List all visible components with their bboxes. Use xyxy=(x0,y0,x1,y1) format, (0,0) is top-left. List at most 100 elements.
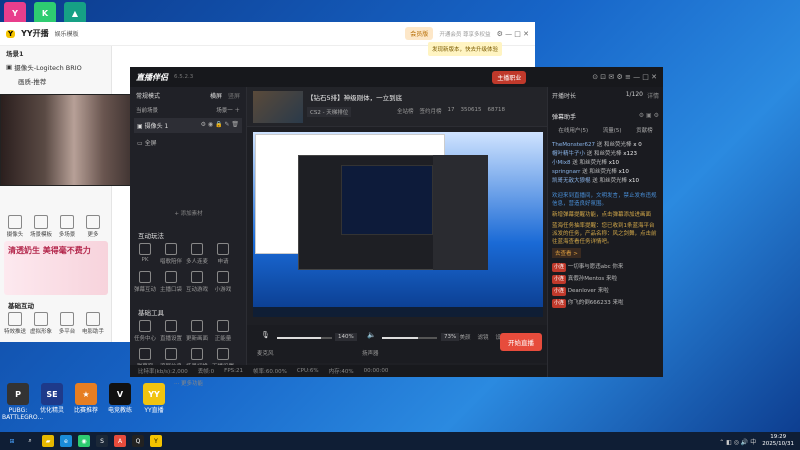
camera-source[interactable]: ▣ 摄像头-Logitech BRIO xyxy=(0,60,111,74)
window-controls-icon[interactable]: ⊙ ⊡ ✉ ⚙ ≡ — □ ✕ xyxy=(592,73,657,81)
assistant-actions-icon[interactable]: ⚙ ▣ ⚙ xyxy=(639,112,659,121)
desktop-icon[interactable]: V 电竞教练 xyxy=(104,383,136,421)
start-live-button[interactable]: 开始直播 xyxy=(500,333,542,351)
desktop-icon[interactable]: SE 优化精灵 xyxy=(36,383,68,421)
windows-start-icon[interactable]: ⊞ xyxy=(6,435,18,447)
promo-text[interactable]: 开通会员 尊享多权益 xyxy=(439,30,490,38)
function-item[interactable]: 互动游戏 xyxy=(186,271,208,293)
yy-taskbar-icon[interactable]: Y xyxy=(150,435,162,447)
mic-value[interactable]: 140% xyxy=(335,333,357,341)
gift-user[interactable]: TheMonster627 xyxy=(552,142,595,148)
explorer-icon[interactable]: ▰ xyxy=(42,435,54,447)
function-item[interactable]: 小游戏 xyxy=(212,271,234,293)
tool-item[interactable]: 虚拟形象 xyxy=(30,312,52,335)
detail-button[interactable]: 详情 xyxy=(647,91,659,100)
vip-badge[interactable]: 会员版 xyxy=(405,27,434,40)
source-item-fullscreen[interactable]: ▭ 全屏 xyxy=(134,135,242,150)
control-button[interactable]: 滤镜 xyxy=(477,333,489,341)
desktop-icon[interactable]: P PUBG: BATTLEGRO... xyxy=(2,383,43,421)
control-button[interactable]: 美颜 xyxy=(459,333,471,341)
gift-user[interactable]: springnarr xyxy=(552,169,580,175)
function-item[interactable]: 更新画面 xyxy=(186,320,208,342)
tool-item[interactable]: 摄像头 xyxy=(4,215,26,238)
counter[interactable]: 350615 xyxy=(461,107,482,115)
gift-user[interactable]: 帽叶精牛子小 xyxy=(552,151,585,157)
tool-item[interactable]: 更多 xyxy=(82,215,104,238)
live-logo: 直播伴侣 xyxy=(136,72,168,82)
function-label: 小游戏 xyxy=(214,287,232,293)
gift-user[interactable]: 小Mix8 xyxy=(552,160,571,166)
speaker-value[interactable]: 73% xyxy=(441,333,460,341)
chat-message[interactable]: 小连 真假孙Mentos 来啦 xyxy=(548,275,663,284)
app-icon[interactable]: A xyxy=(114,435,126,447)
desktop-icon[interactable]: YY YY直播 xyxy=(138,383,170,421)
landscape-button[interactable]: 横屏 xyxy=(210,91,222,100)
function-item[interactable]: 正能量 xyxy=(212,320,234,342)
right-tab[interactable]: 贡献榜 xyxy=(636,126,653,134)
desktop-icon[interactable]: ★ 比赛推荐 xyxy=(70,383,102,421)
portrait-button[interactable]: 竖屏 xyxy=(228,91,240,100)
promo-banner-text: 清透奶生 美得毫不费力 xyxy=(8,246,91,255)
tool-item[interactable]: 特效推送 xyxy=(4,312,26,335)
function-item[interactable]: 申请 xyxy=(212,243,234,265)
gift-row: 凯哥无敌大狼棍 送 和丝荧光棒 x10 xyxy=(548,177,663,186)
source-actions-icon[interactable]: ⚙ ◉ 🔒 ✎ 🗑 xyxy=(201,121,239,128)
speaker-icon[interactable]: 🔈 xyxy=(367,331,376,339)
quality-item[interactable]: 画质-推荐 xyxy=(0,74,111,88)
function-item[interactable]: 多人连麦 xyxy=(186,243,208,265)
function-item[interactable]: 直播设置 xyxy=(160,320,182,342)
right-tab[interactable]: 流量(5) xyxy=(603,126,622,134)
tool-item[interactable]: 场景模板 xyxy=(30,215,52,238)
function-item[interactable]: PK xyxy=(134,243,156,265)
function-item[interactable]: 弹幕互动 xyxy=(134,271,156,293)
add-source-button[interactable]: + 添加素材 xyxy=(130,209,247,217)
counter[interactable]: 全站榜 xyxy=(397,107,414,115)
function-item[interactable]: 主播口袋 xyxy=(160,271,182,293)
webcam-overlay xyxy=(0,94,148,186)
tool-item[interactable]: 电影助手 xyxy=(82,312,104,335)
stream-thumbnail[interactable] xyxy=(253,91,303,123)
activity-title: 互动玩法 xyxy=(138,232,164,240)
mode-title[interactable]: 常规模式 xyxy=(136,91,160,100)
camera-icon: ▣ xyxy=(137,123,145,130)
tool-label: 多平台 xyxy=(58,329,76,335)
scene-title[interactable]: 场景1 xyxy=(0,46,111,60)
chat-message[interactable]: 小连 Deanlover 来啦 xyxy=(548,287,663,296)
chrome-icon[interactable]: ◉ xyxy=(78,435,90,447)
gift-row: 帽叶精牛子小 送 和丝荧光棒 x123 xyxy=(548,150,663,159)
tool-item[interactable]: 多平台 xyxy=(56,312,78,335)
tools-grid: 任务中心直播设置更新画面正能量弹幕窗滚屏信息场景切换下播设置 xyxy=(134,320,244,370)
yy-tab[interactable]: 娱乐模板 xyxy=(55,29,79,38)
upgrade-button[interactable]: 主播职业 xyxy=(492,70,527,84)
steam-icon[interactable]: S xyxy=(96,435,108,447)
status-item: 帧率:60.00% xyxy=(252,369,287,375)
search-icon[interactable]: ⌕ xyxy=(24,435,36,447)
edge-icon[interactable]: e xyxy=(60,435,72,447)
chat-message[interactable]: 小连 你飞的倒666233 来啦 xyxy=(548,299,663,308)
speaker-slider[interactable] xyxy=(382,337,437,339)
desktop-icon-glyph: SE xyxy=(41,383,63,405)
tray-icons[interactable]: ⌃ ◧ ◎ 🔊 中 xyxy=(719,437,756,446)
mic-slider[interactable] xyxy=(277,337,332,339)
counter[interactable]: 68718 xyxy=(488,107,506,115)
tool-item[interactable]: 多场景 xyxy=(56,215,78,238)
clock[interactable]: 19:29 2025/10/31 xyxy=(762,434,800,448)
counter[interactable]: 17 xyxy=(448,107,455,115)
promo-banner[interactable]: 清透奶生 美得毫不费力 xyxy=(4,241,108,295)
add-icon[interactable]: ＋ xyxy=(233,106,240,114)
stream-title[interactable]: 【钻石5排】神级刚体，一立到底 xyxy=(307,92,402,102)
chat-message[interactable]: 小连 一切事与愿违abc 你来 xyxy=(548,263,663,272)
chat-tip[interactable]: 新增弹幕提醒功能，点击弹幕添加进画面 xyxy=(548,211,663,219)
right-tab[interactable]: 在线用户(5) xyxy=(558,126,588,134)
scene-switch[interactable]: 场景一 xyxy=(216,106,233,114)
function-item[interactable]: 任务中心 xyxy=(134,320,156,342)
qq-icon[interactable]: Q xyxy=(132,435,144,447)
settings-icon[interactable]: ⚙ — □ ✕ xyxy=(497,30,529,38)
go-check-button[interactable]: 去查看 > xyxy=(552,248,581,258)
mic-icon[interactable]: 🎙 xyxy=(261,331,270,339)
counter[interactable]: 签约月榜 xyxy=(420,107,442,115)
gift-user[interactable]: 凯哥无敌大狼棍 xyxy=(552,178,591,184)
game-tag[interactable]: CS2 - 天梯排位 xyxy=(307,107,352,117)
function-item[interactable]: 唱歌陪伴 xyxy=(160,243,182,265)
source-item-camera[interactable]: ▣ 摄像头 1 ⚙ ◉ 🔒 ✎ 🗑 xyxy=(134,118,242,133)
